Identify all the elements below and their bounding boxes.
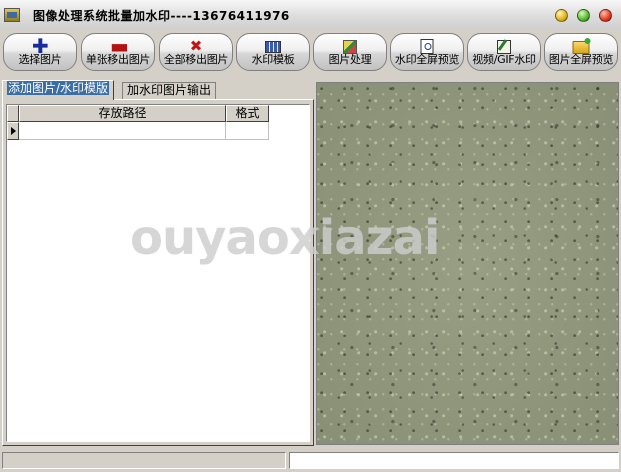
tab-body: 存放路径 格式 [2, 99, 314, 446]
watermark-template-label: 水印模板 [251, 53, 295, 66]
image-fullscreen-preview-button[interactable]: 图片全屏预览 [544, 33, 618, 71]
column-header-format[interactable]: 格式 [226, 105, 269, 122]
image-fullscreen-preview-label: 图片全屏预览 [548, 53, 614, 66]
tab-strip: 添加图片/水印模版 加水印图片输出 [2, 80, 314, 100]
column-header-path[interactable]: 存放路径 [19, 105, 226, 122]
tab-watermarked-output[interactable]: 加水印图片输出 [122, 82, 217, 99]
tab-add-image-template[interactable]: 添加图片/水印模版 [2, 80, 115, 100]
select-image-label: 选择图片 [18, 53, 62, 66]
watermark-text: ouyaoxiazai [130, 210, 440, 266]
watermark-template-button[interactable]: 水印模板 [236, 33, 310, 71]
cell-path[interactable] [19, 122, 226, 140]
video-gif-watermark-button[interactable]: 视频/GIF水印 [467, 33, 541, 71]
video-gif-watermark-label: 视频/GIF水印 [472, 53, 536, 66]
image-list-grid[interactable]: 存放路径 格式 [6, 104, 310, 442]
window-title: 图像处理系统批量加水印----13676411976 [33, 9, 290, 23]
image-processing-button[interactable]: 图片处理 [313, 33, 387, 71]
toolbar: ✚ 选择图片 ▬ 单张移出图片 ✖ 全部移出图片 水印模板 图片处理 水印全屏预… [0, 30, 621, 76]
remove-single-image-label: 单张移出图片 [85, 53, 151, 66]
minimize-button[interactable] [555, 9, 568, 22]
tab-watermarked-output-label: 加水印图片输出 [127, 83, 212, 97]
status-pane-right [289, 452, 619, 469]
current-row-indicator-icon [7, 122, 19, 140]
watermark-fullscreen-preview-button[interactable]: 水印全屏预览 [390, 33, 464, 71]
app-icon [4, 8, 20, 22]
remove-all-images-button[interactable]: ✖ 全部移出图片 [159, 33, 233, 71]
row-indicator-header [7, 105, 19, 122]
status-bar [0, 448, 621, 472]
cell-format[interactable] [226, 122, 269, 140]
status-pane-left [2, 452, 286, 469]
close-button[interactable] [599, 9, 612, 22]
image-processing-label: 图片处理 [328, 53, 372, 66]
watermark-fullscreen-preview-label: 水印全屏预览 [394, 53, 460, 66]
select-image-button[interactable]: ✚ 选择图片 [3, 33, 77, 71]
maximize-button[interactable] [577, 9, 590, 22]
remove-all-images-label: 全部移出图片 [163, 53, 229, 66]
remove-single-image-button[interactable]: ▬ 单张移出图片 [81, 33, 155, 71]
tab-add-image-template-label: 添加图片/水印模版 [7, 81, 110, 95]
title-bar: 图像处理系统批量加水印----13676411976 [0, 0, 621, 31]
